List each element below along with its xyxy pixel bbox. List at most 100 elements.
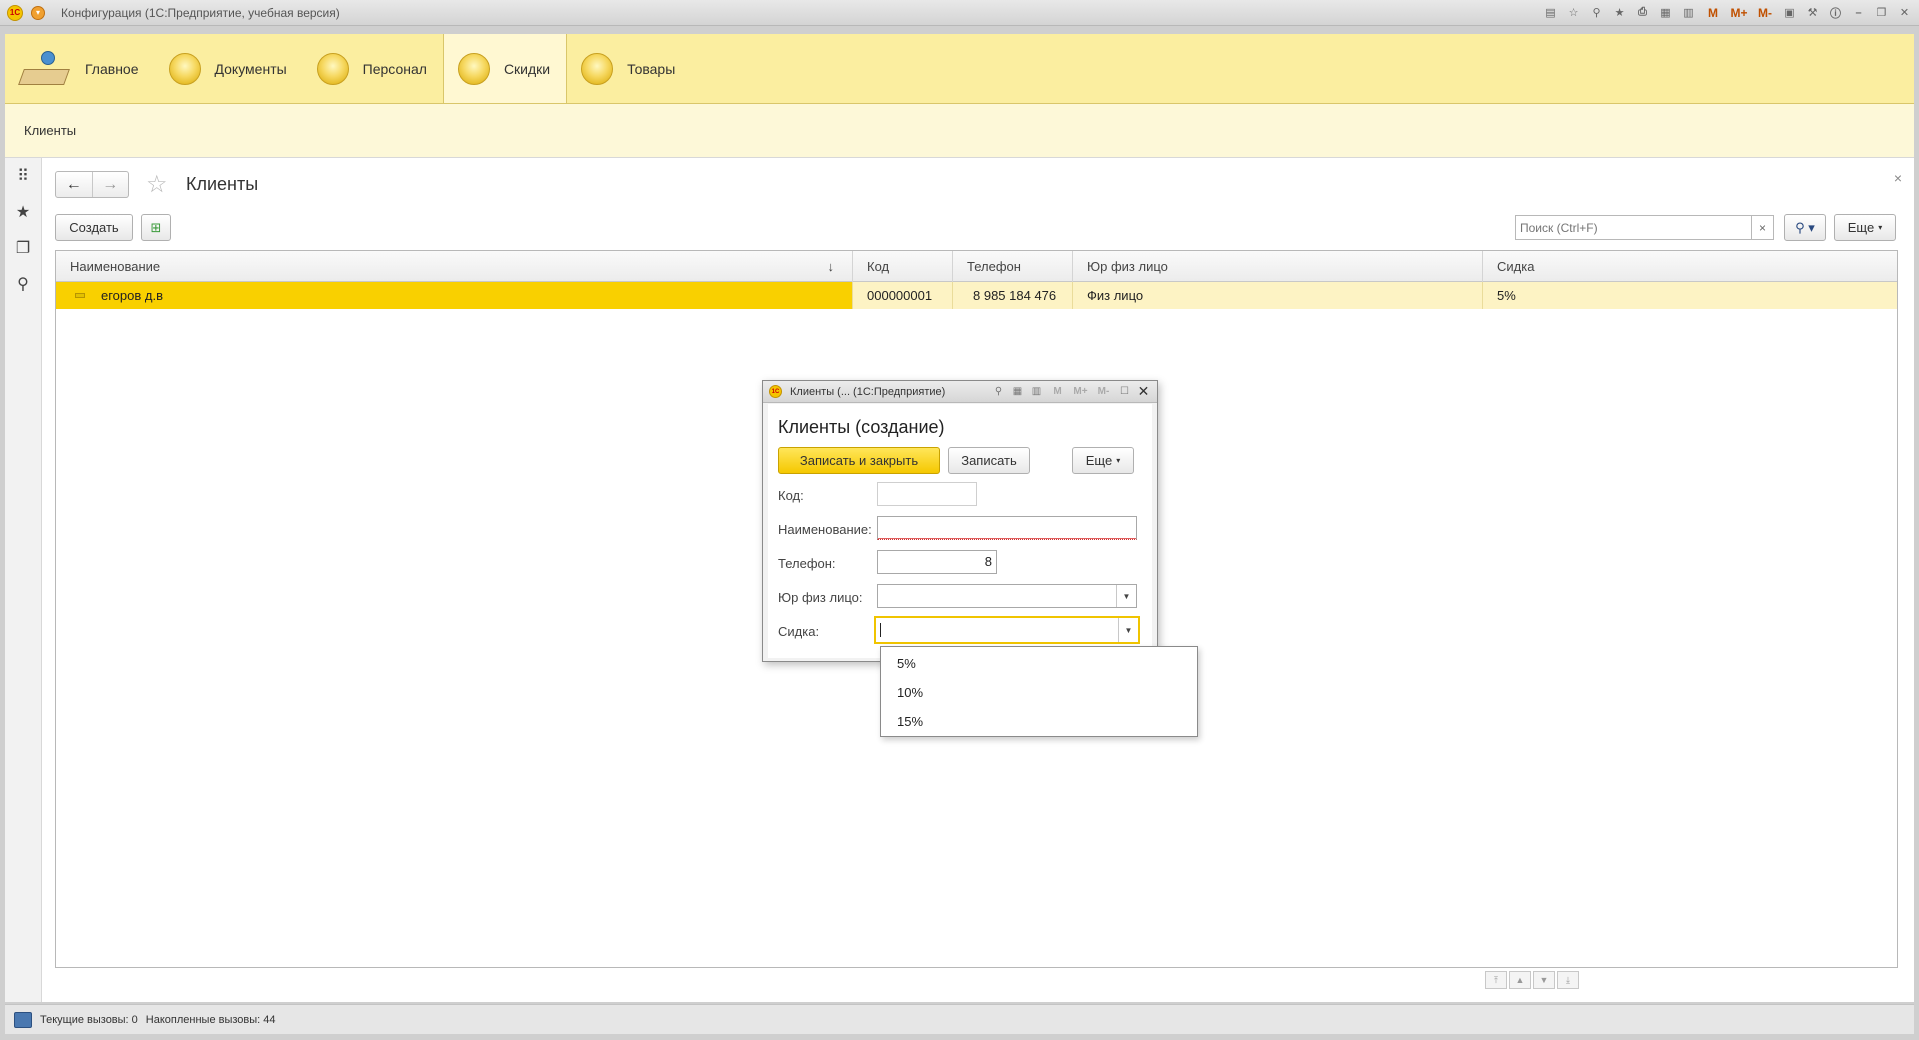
section-personnel[interactable]: Персонал [303, 34, 443, 103]
section-discounts[interactable]: Скидки [442, 34, 568, 103]
create-button[interactable]: Создать [55, 214, 133, 241]
search-clear-icon[interactable]: × [1752, 215, 1774, 240]
maximize-icon[interactable]: ☐ [1117, 384, 1132, 399]
section-label: Товары [627, 60, 676, 77]
forward-arrow-icon[interactable]: → [91, 172, 129, 197]
save-button[interactable]: Записать [948, 447, 1030, 474]
text-cursor [880, 622, 881, 637]
performance-icon[interactable] [14, 1011, 32, 1028]
dropdown-option[interactable]: 5% [897, 656, 916, 671]
calendar-icon[interactable]: ▥ [1029, 384, 1044, 399]
section-circle-icon [457, 52, 490, 85]
memory-button[interactable]: M [1048, 384, 1067, 399]
section-label: Главное [85, 60, 139, 77]
memory-minus-button[interactable]: M- [1755, 4, 1775, 21]
scroll-up-icon[interactable]: ▲ [1509, 971, 1531, 989]
column-header-code[interactable]: Код [853, 251, 953, 282]
calculator-icon[interactable]: ▦ [1010, 384, 1025, 399]
window-titlebar: 1C ▾ Конфигурация (1С:Предприятие, учебн… [0, 0, 1919, 26]
section-label: Персонал [362, 60, 427, 77]
close-icon[interactable]: ✕ [1136, 383, 1151, 399]
subpanel-item-clients[interactable]: Клиенты [24, 123, 76, 138]
column-header-phone[interactable]: Телефон [953, 251, 1073, 282]
column-header-type[interactable]: Юр физ лицо [1073, 251, 1483, 282]
memory-minus-button[interactable]: M- [1094, 384, 1113, 399]
close-icon[interactable]: ✕ [1896, 4, 1913, 21]
cell-code[interactable]: 000000001 [853, 282, 953, 309]
back-arrow-icon[interactable]: ← [56, 172, 92, 197]
search-icon[interactable]: ⚲ [13, 274, 33, 294]
section-goods[interactable]: Товары [567, 34, 691, 103]
link-icon[interactable]: ⚲ [991, 384, 1006, 399]
status-bar: Текущие вызовы: 0 Накопленные вызовы: 44 [5, 1004, 1914, 1034]
save-and-close-button[interactable]: Записать и закрыть [778, 447, 940, 474]
table-row[interactable]: егоров д.в 000000001 8 985 184 476 Физ л… [56, 282, 1897, 309]
discount-dropdown-list: 5% 10% 15% [880, 646, 1198, 737]
form-title: Клиенты [186, 174, 259, 194]
info-icon[interactable]: ⓘ [1827, 4, 1844, 21]
scroll-last-icon[interactable]: ⤓ [1557, 971, 1579, 989]
client-create-dialog: 1C Клиенты (... (1С:Предприятие) ⚲ ▦ ▥ M… [762, 380, 1158, 662]
restore-icon[interactable]: ❐ [1873, 4, 1890, 21]
section-main[interactable]: Главное [5, 34, 155, 103]
minimize-icon[interactable]: – [1850, 4, 1867, 21]
cell-phone[interactable]: 8 985 184 476 [953, 282, 1073, 309]
column-header-discount[interactable]: Сидка [1483, 251, 1899, 282]
dropdown-arrow-icon[interactable]: ▼ [1116, 585, 1136, 607]
favorites-star-icon[interactable]: ★ [13, 202, 33, 222]
name-field[interactable] [877, 516, 1137, 540]
search-button[interactable]: ⚲ ▾ [1784, 214, 1826, 241]
history-icon[interactable]: ❐ [13, 238, 33, 258]
link-icon[interactable]: ⚲ [1588, 4, 1605, 21]
phone-field[interactable]: 8 [877, 550, 997, 574]
memory-plus-button[interactable]: M+ [1071, 384, 1090, 399]
dialog-more-button[interactable]: Еще ▾ [1072, 447, 1134, 474]
history-icon[interactable]: ⎙ [1634, 4, 1651, 21]
section-circle-icon [316, 52, 349, 85]
memory-plus-button[interactable]: M+ [1729, 4, 1749, 21]
code-label: Код: [778, 488, 804, 503]
more-button[interactable]: Еще ▾ [1834, 214, 1896, 241]
panels-icon[interactable]: ▣ [1781, 4, 1798, 21]
memory-button[interactable]: M [1703, 4, 1723, 21]
magnifier-icon: ⚲ ▾ [1795, 219, 1815, 235]
scroll-first-icon[interactable]: ⤒ [1485, 971, 1507, 989]
scroll-down-icon[interactable]: ▼ [1533, 971, 1555, 989]
dialog-body: Клиенты (создание) Записать и закрыть За… [768, 404, 1152, 658]
dialog-toolbar: ⚲ ▦ ▥ M M+ M- ☐ ✕ [991, 383, 1151, 399]
add-favorite-star-icon[interactable]: ☆ [146, 170, 168, 199]
type-label: Юр физ лицо: [778, 590, 863, 605]
chevron-down-icon: ▾ [1116, 456, 1121, 465]
left-toolbar: ⠿ ★ ❐ ⚲ [5, 158, 42, 1002]
section-circle-icon [168, 52, 201, 85]
add-copy-icon: ⊞ [150, 219, 162, 235]
discount-field[interactable]: ▼ [874, 616, 1140, 644]
dropdown-option[interactable]: 15% [897, 714, 923, 729]
app-logo-icon: 1C [7, 4, 23, 21]
dropdown-option[interactable]: 10% [897, 685, 923, 700]
cell-discount[interactable]: 5% [1483, 282, 1899, 309]
calendar-icon[interactable]: ▦ [1657, 4, 1674, 21]
main-menu-icon[interactable]: ▾ [31, 5, 45, 20]
close-form-icon[interactable]: × [1894, 170, 1902, 186]
code-field[interactable] [877, 482, 977, 506]
cell-type[interactable]: Физ лицо [1073, 282, 1483, 309]
dropdown-arrow-icon[interactable]: ▼ [1118, 618, 1138, 642]
apps-grid-icon[interactable]: ⠿ [13, 166, 33, 186]
nav-buttons: ← → [55, 171, 129, 198]
copy-button[interactable]: ⊞ [141, 214, 171, 241]
save-icon[interactable]: ▤ [1542, 4, 1559, 21]
section-documents[interactable]: Документы [155, 34, 303, 103]
sections-panel: Главное Документы Персонал Скидки Товары [5, 34, 1914, 104]
column-header-name[interactable]: Наименование ↓ [56, 251, 853, 282]
sort-arrow-icon: ↓ [827, 259, 835, 274]
favorites-icon[interactable]: ★ [1611, 4, 1628, 21]
tools-icon[interactable]: ⚒ [1804, 4, 1821, 21]
dialog-heading: Клиенты (создание) [778, 417, 945, 437]
star-icon[interactable]: ☆ [1565, 4, 1582, 21]
calculator-icon[interactable]: ▥ [1680, 4, 1697, 21]
dialog-window-title: Клиенты (... (1С:Предприятие) [790, 385, 946, 398]
cell-name[interactable]: егоров д.в [56, 282, 853, 309]
type-field[interactable]: ▼ [877, 584, 1137, 608]
search-input[interactable] [1515, 215, 1752, 240]
